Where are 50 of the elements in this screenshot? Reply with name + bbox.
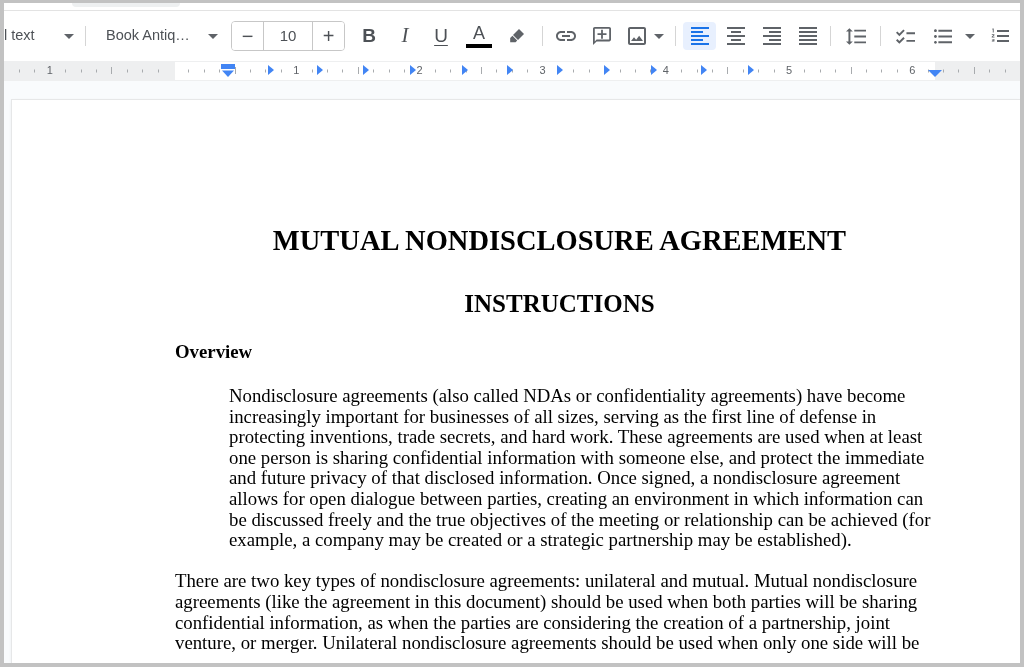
ruler-number: 2 (416, 63, 423, 77)
font-dropdown[interactable]: Book Antiq… (96, 22, 222, 50)
tab-stop-icon[interactable] (462, 65, 468, 75)
highlighter-icon (509, 28, 525, 44)
caret-icon (208, 33, 218, 39)
caret-icon (654, 33, 664, 39)
justify-icon (798, 27, 817, 45)
tab-stop-icon[interactable] (651, 65, 657, 75)
underline-button[interactable]: U (427, 22, 455, 50)
tab-stop-icon[interactable] (410, 65, 416, 75)
document-title: MUTUAL NONDISCLOSURE AGREEMENT (271, 225, 848, 257)
italic-button[interactable]: I (391, 22, 419, 50)
ruler-number: 1 (46, 63, 53, 77)
line-spacing-icon (846, 27, 866, 45)
tab-stop-icon[interactable] (363, 65, 369, 75)
section-title: INSTRUCTIONS (463, 290, 656, 318)
bold-button[interactable]: B (355, 22, 383, 50)
paragraph: There are two key types of nondisclosure agreements: unilateral and mutual. Mutual nondisclosure agreements (like the agreement in this document) should be used when both parties will be sharing confidential information, as when the parties are considering the creation of a partnership, joint venture, or merger. Unilateral nondisclosure agreements should be used when only one side will be (175, 571, 921, 654)
right-indent-icon[interactable] (928, 70, 942, 77)
align-left-button[interactable] (683, 22, 716, 50)
section-heading: Overview (175, 341, 254, 362)
checklist-icon (895, 28, 915, 44)
ruler-number: 6 (909, 63, 916, 77)
tab-stop-icon[interactable] (507, 65, 513, 75)
ruler-number: 5 (786, 63, 793, 77)
text-color-button[interactable]: A (464, 22, 494, 50)
bulleted-list-icon (934, 28, 952, 44)
ruler-number: 4 (662, 63, 669, 77)
align-left-icon (690, 27, 709, 45)
align-center-icon (726, 27, 745, 45)
tab-stop-icon[interactable] (268, 65, 274, 75)
comment-icon (593, 27, 611, 45)
tab-stop-icon[interactable] (701, 65, 707, 75)
tab-stop-icon[interactable] (317, 65, 323, 75)
paragraph-style-dropdown[interactable]: l text (4, 22, 80, 50)
caret-icon (965, 33, 975, 39)
ruler-number: 1 (293, 63, 300, 77)
caret-icon (64, 33, 74, 39)
paragraph: Nondisclosure agreements (also called NDAs or confidentiality agreements) have become increasingly important for businesses of all sizes, serving as the first line of defense in protecting inventions, trade secrets, and hard work. These agreements are used when at least one person is sharing confidential information with someone else, and protect the immediate and future privacy of that disclosed information. Once signed, a nondisclosure agreement allows for open dialogue between parties, creating an environment in which information can be discussed freely and the true objectives of the meeting or relationship can be achieved (for example, a company may be created or a strategic partnership may be established). (228, 386, 932, 551)
align-right-icon (762, 27, 781, 45)
tab-stop-icon[interactable] (604, 65, 610, 75)
link-icon (556, 31, 576, 41)
numbered-list-icon (991, 28, 1009, 44)
font-size-field[interactable]: 10 (263, 22, 313, 50)
ruler-number: 3 (539, 63, 546, 77)
image-icon (628, 27, 646, 45)
tab-stop-icon[interactable] (748, 65, 754, 75)
font-size-stepper[interactable]: − 10 + (231, 21, 345, 51)
tab-stop-icon[interactable] (557, 65, 563, 75)
indent-marker-icon[interactable] (221, 64, 235, 77)
